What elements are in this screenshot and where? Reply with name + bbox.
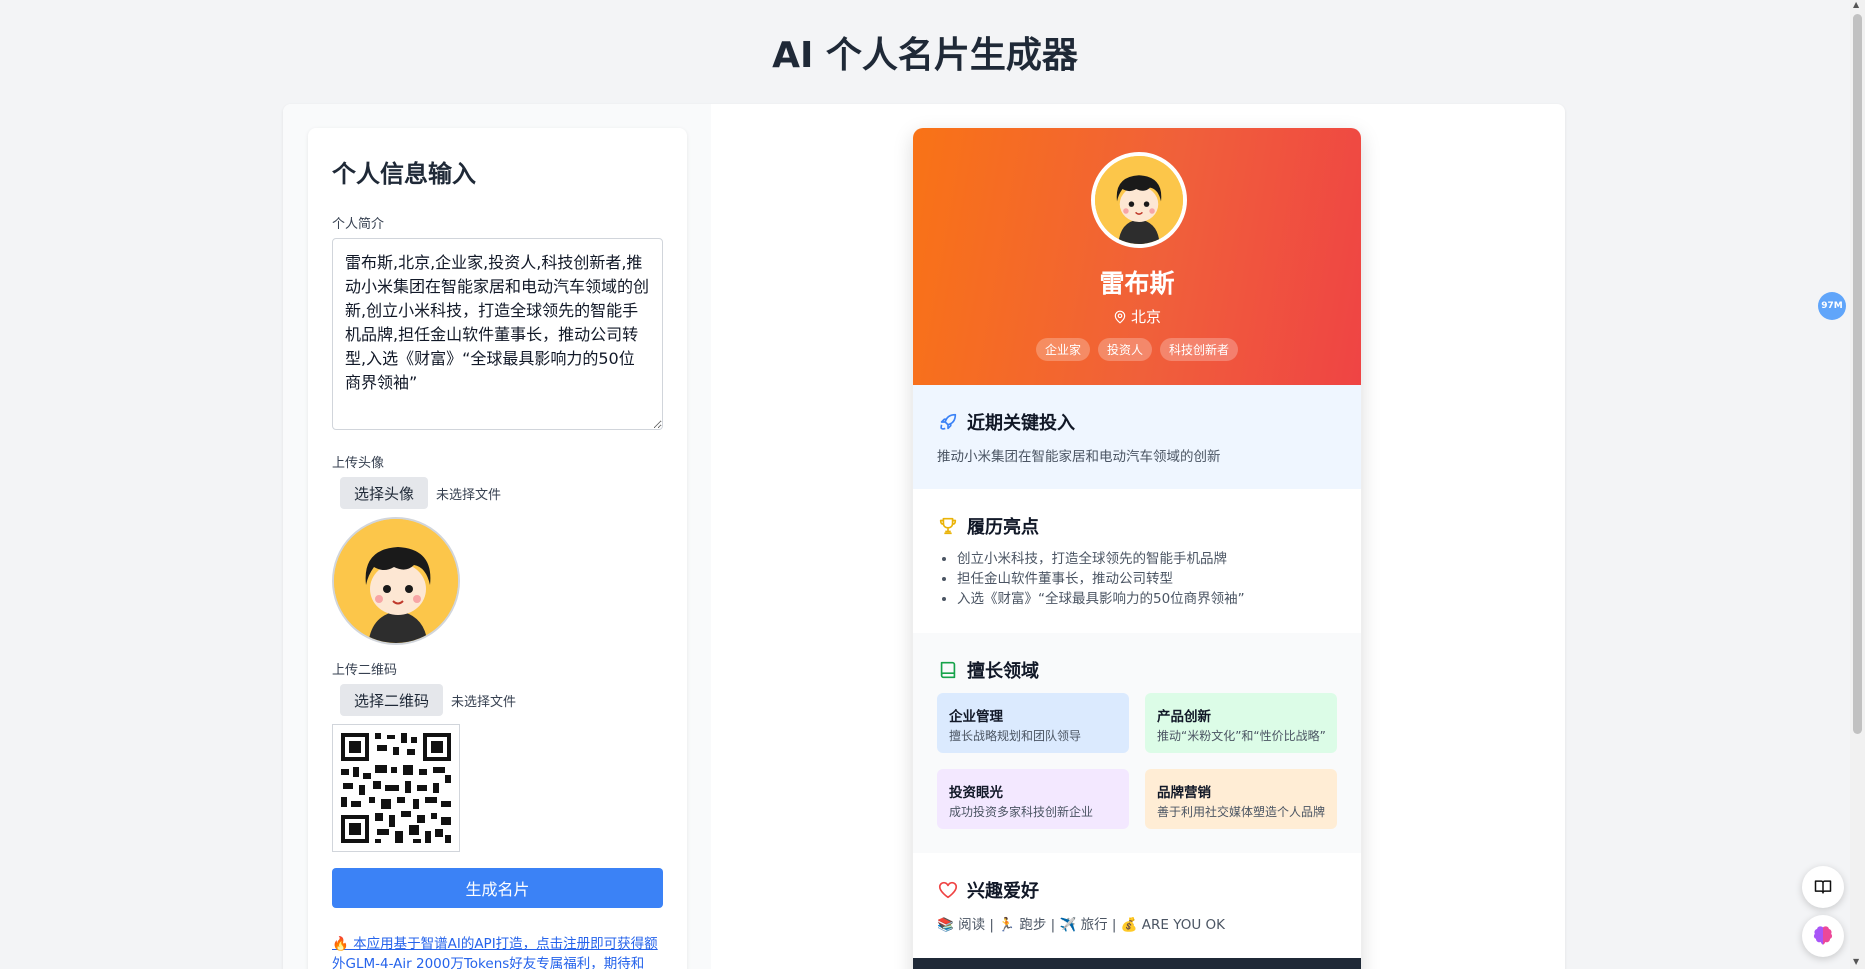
- qr-upload-label: 上传二维码: [332, 663, 398, 678]
- heart-icon: [938, 881, 958, 899]
- card-header: 雷布斯 北京 企业家 投资人 科技创新者: [913, 128, 1361, 385]
- info-form: 个人信息输入 个人简介 雷布斯,北京,企业家,投资人,科技创新者,推动小米集团在…: [308, 128, 687, 969]
- generate-card-button[interactable]: 生成名片: [332, 868, 663, 908]
- recent-focus-section: 近期关键投入 推动小米集团在智能家居和电动汽车领域的创新: [913, 385, 1361, 489]
- business-card: 雷布斯 北京 企业家 投资人 科技创新者 近期关键投入 推动小米集团在智能家居和…: [913, 128, 1361, 969]
- highlights-section: 履历亮点 创立小米科技，打造全球领先的智能手机品牌 担任金山软件董事长，推动公司…: [913, 489, 1361, 633]
- expertise-item-desc: 推动“米粉文化”和“性价比战略”: [1157, 729, 1325, 743]
- scroll-up-arrow-icon[interactable]: ▲: [1853, 0, 1859, 9]
- card-location: 北京: [913, 306, 1361, 327]
- card-footer: [913, 958, 1361, 969]
- api-promo-link[interactable]: 🔥 本应用基于智谱AI的API打造，点击注册即可获得额外GLM-4-Air 20…: [332, 934, 663, 969]
- expertise-title: 擅长领域: [937, 657, 1337, 683]
- qr-file-status: 未选择文件: [451, 694, 517, 710]
- card-location-text: 北京: [1130, 308, 1161, 326]
- expertise-item-desc: 善于利用社交媒体塑造个人品牌: [1157, 805, 1325, 819]
- avatar-upload-row: 选择头像 未选择文件: [332, 477, 663, 509]
- hobbies-section: 兴趣爱好 📚 阅读 | 🏃 跑步 | ✈️ 旅行 | 💰 ARE YOU OK: [913, 853, 1361, 958]
- qr-preview: [332, 724, 460, 852]
- tag: 投资人: [1097, 338, 1152, 361]
- expertise-item-title: 品牌营销: [1157, 785, 1211, 801]
- bio-textarea[interactable]: 雷布斯,北京,企业家,投资人,科技创新者,推动小米集团在智能家居和电动汽车领域的…: [332, 238, 663, 430]
- recent-focus-text: 推动小米集团在智能家居和电动汽车领域的创新: [937, 449, 1221, 465]
- expertise-item-desc: 成功投资多家科技创新企业: [949, 805, 1094, 819]
- choose-qr-button[interactable]: 选择二维码: [340, 684, 444, 716]
- card-name: 雷布斯: [1099, 269, 1175, 298]
- ai-assistant-button[interactable]: [1802, 915, 1844, 957]
- qr-upload-row: 选择二维码 未选择文件: [332, 684, 663, 716]
- expertise-title-text: 擅长领域: [967, 661, 1039, 682]
- expertise-item: 产品创新 推动“米粉文化”和“性价比战略”: [1145, 693, 1337, 753]
- expertise-item-desc: 擅长战略规划和团队领导: [949, 729, 1082, 743]
- recent-focus-title-text: 近期关键投入: [967, 413, 1075, 434]
- expertise-item-title: 产品创新: [1157, 709, 1211, 725]
- highlight-item: 创立小米科技，打造全球领先的智能手机品牌: [957, 549, 1337, 569]
- hobbies-text: 📚 阅读 | 🏃 跑步 | ✈️ 旅行 | 💰 ARE YOU OK: [937, 917, 1226, 933]
- recent-focus-title: 近期关键投入: [937, 409, 1337, 435]
- highlight-item: 入选《财富》“全球最具影响力的50位商界领袖”: [957, 589, 1337, 609]
- qr-code-image: [333, 725, 459, 851]
- brain-icon: [1813, 926, 1833, 945]
- card-tags: 企业家 投资人 科技创新者: [913, 338, 1361, 361]
- tag: 企业家: [1035, 338, 1090, 361]
- highlights-title: 履历亮点: [937, 513, 1337, 539]
- highlight-item: 担任金山软件董事长，推动公司转型: [957, 569, 1337, 589]
- expertise-item-title: 投资眼光: [949, 785, 1003, 801]
- form-title: 个人信息输入: [332, 160, 476, 188]
- memory-badge[interactable]: 97M: [1818, 292, 1846, 320]
- card-avatar-image: [1095, 156, 1183, 244]
- avatar-upload-label: 上传头像: [332, 456, 385, 471]
- map-pin-icon: [1114, 310, 1126, 324]
- page-title: AI 个人名片生成器: [772, 35, 1078, 76]
- hobbies-title: 兴趣爱好: [937, 877, 1337, 903]
- expertise-item: 品牌营销 善于利用社交媒体塑造个人品牌: [1145, 769, 1337, 829]
- reader-mode-button[interactable]: [1802, 866, 1844, 908]
- expertise-item: 投资眼光 成功投资多家科技创新企业: [937, 769, 1129, 829]
- avatar-preview: [332, 517, 460, 645]
- page-scrollbar[interactable]: ▲ ▼: [1850, 0, 1865, 969]
- open-book-icon: [1814, 880, 1832, 894]
- avatar-image: [334, 519, 458, 643]
- expertise-section: 擅长领域 企业管理 擅长战略规划和团队领导 产品创新 推动“米粉文化”和“性价比…: [913, 633, 1361, 853]
- scroll-down-arrow-icon[interactable]: ▼: [1853, 957, 1859, 966]
- expertise-item-title: 企业管理: [949, 709, 1003, 725]
- trophy-icon: [939, 517, 957, 535]
- avatar-file-status: 未选择文件: [436, 487, 502, 503]
- expertise-grid: 企业管理 擅长战略规划和团队领导 产品创新 推动“米粉文化”和“性价比战略” 投…: [937, 693, 1337, 829]
- book-icon: [940, 661, 956, 679]
- card-avatar: [1091, 152, 1187, 248]
- choose-avatar-button[interactable]: 选择头像: [340, 477, 429, 509]
- hobbies-title-text: 兴趣爱好: [967, 881, 1039, 902]
- rocket-icon: [940, 413, 957, 430]
- expertise-item: 企业管理 擅长战略规划和团队领导: [937, 693, 1129, 753]
- tag: 科技创新者: [1160, 338, 1239, 361]
- highlights-title-text: 履历亮点: [967, 517, 1039, 538]
- scrollbar-thumb[interactable]: [1853, 14, 1862, 734]
- bio-label: 个人简介: [332, 217, 385, 232]
- highlights-list: 创立小米科技，打造全球领先的智能手机品牌 担任金山软件董事长，推动公司转型 入选…: [957, 549, 1337, 609]
